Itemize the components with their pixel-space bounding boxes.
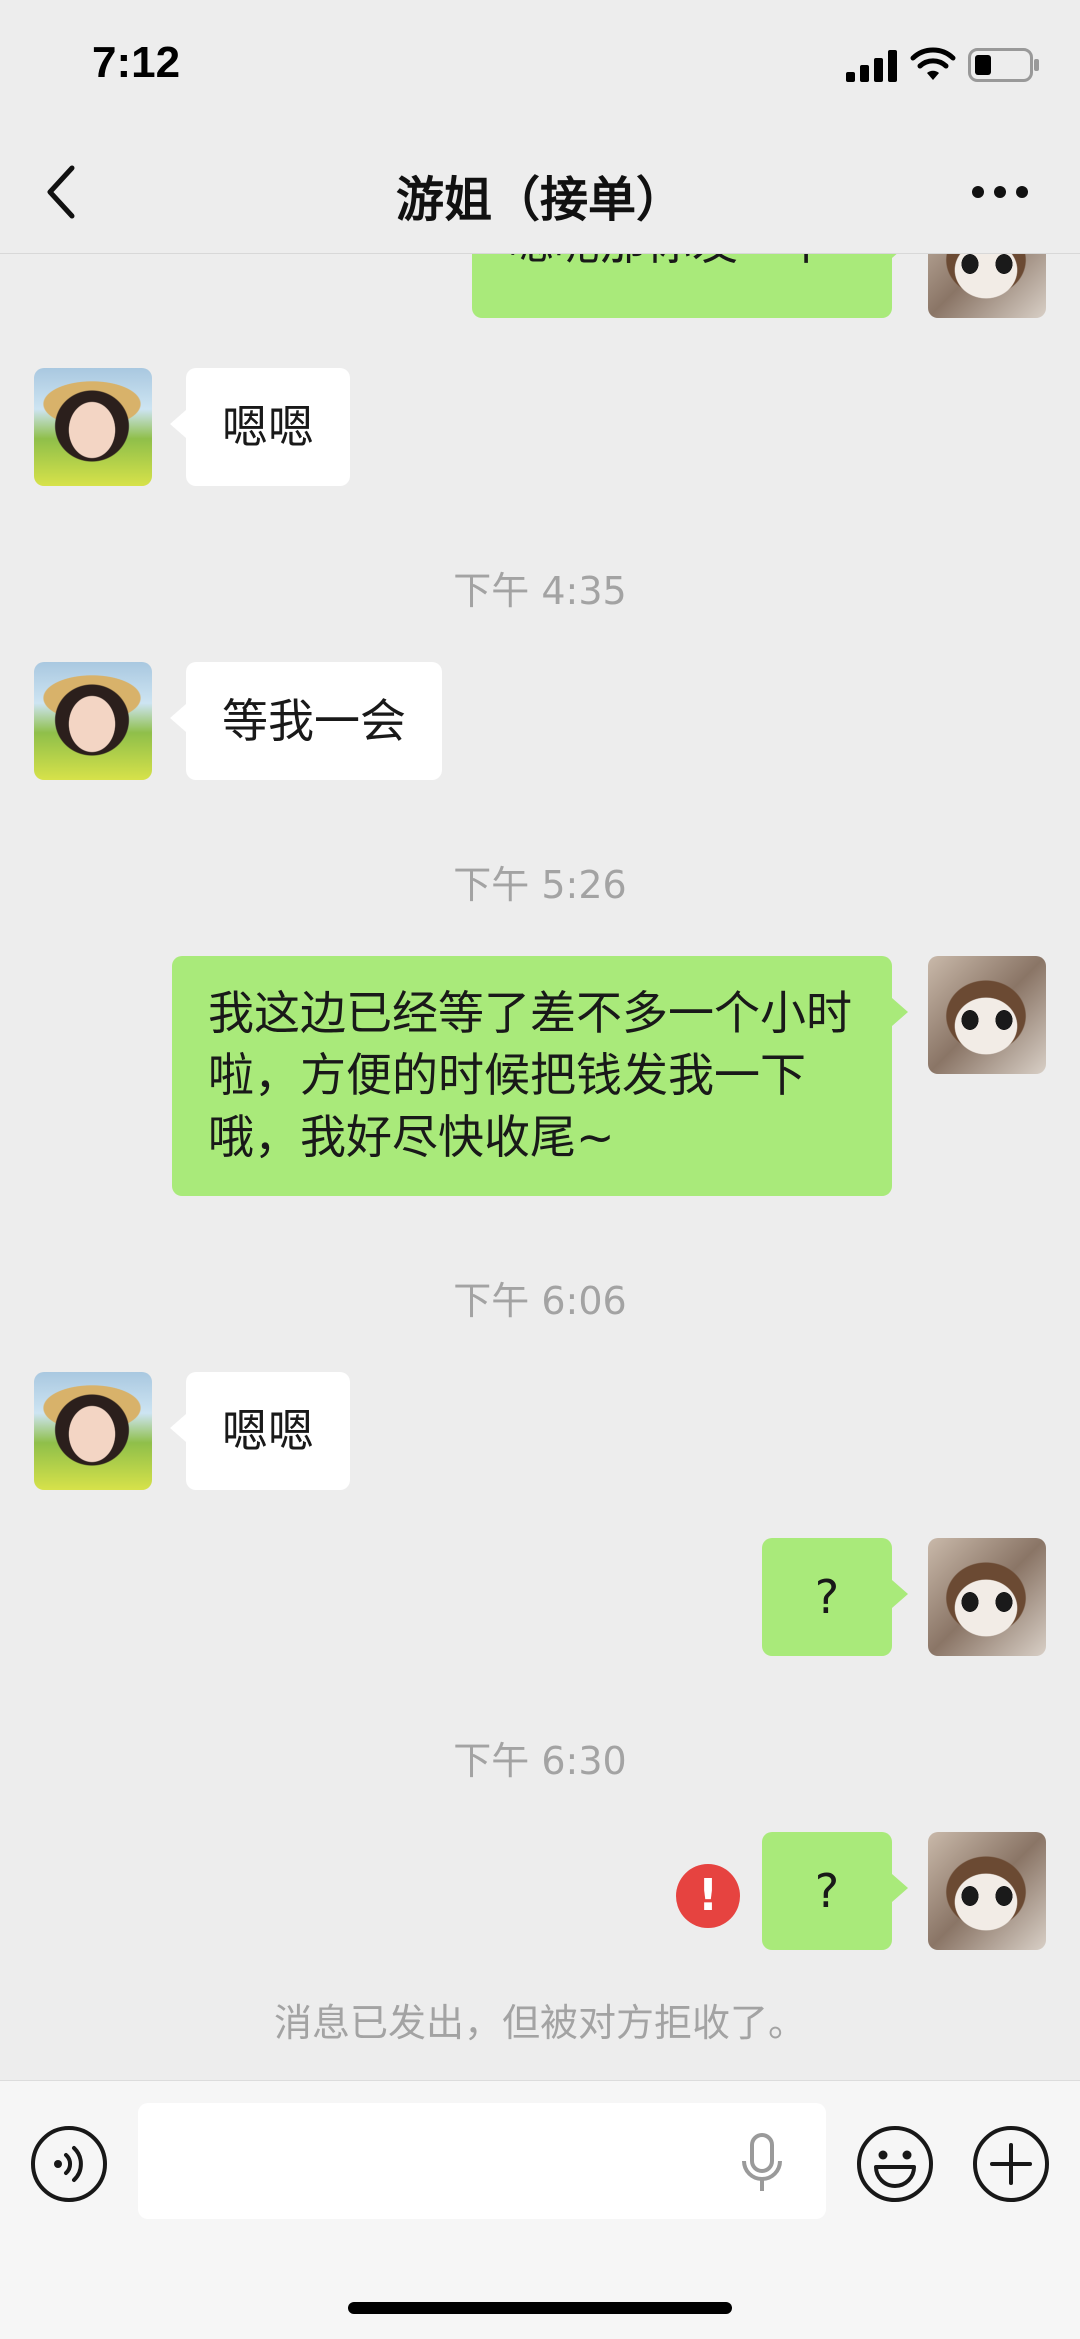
status-time: 7:12 [92,38,181,87]
message-input[interactable] [138,2103,826,2219]
avatar-contact[interactable] [34,1372,152,1490]
input-bar [0,2080,1080,2339]
message-text: 嗯嗯 [222,1404,314,1458]
message-sent[interactable]: 嗯呢那你发一下 [472,254,908,318]
message-sent[interactable]: ? [762,1538,908,1656]
timestamp: 下午 4:35 [453,569,627,613]
microphone-icon[interactable] [740,2131,784,2195]
message-text: 我这边已经等了差不多一个小时啦，方便的时候把钱发我一下哦，我好尽快收尾~ [208,986,852,1164]
send-failed-icon[interactable]: ! [676,1864,740,1928]
more-icon[interactable] [970,180,1030,204]
message-received[interactable]: 等我一会 [170,662,442,780]
message-received[interactable]: 嗯嗯 [170,1372,350,1490]
wifi-icon [910,47,956,80]
message-text: 等我一会 [222,694,406,748]
emoji-icon[interactable] [856,2125,934,2203]
signal-icon [846,50,897,82]
message-sent[interactable]: ? [762,1832,908,1950]
avatar-self[interactable] [928,956,1046,1074]
message-text: 嗯呢那你发一下 [508,254,830,270]
timestamp: 下午 6:06 [453,1279,627,1323]
message-sent[interactable]: 我这边已经等了差不多一个小时啦，方便的时候把钱发我一下哦，我好尽快收尾~ [172,956,908,1196]
avatar-self[interactable] [928,1538,1046,1656]
chat-title: 游姐（接单） [395,172,684,228]
message-text: ? [814,1864,840,1918]
message-text: 嗯嗯 [222,400,314,454]
home-indicator[interactable] [348,2302,732,2314]
timestamp: 下午 6:30 [453,1739,627,1783]
message-text: ? [814,1570,840,1624]
avatar-self[interactable] [928,1832,1046,1950]
voice-mode-icon[interactable] [30,2125,108,2203]
avatar-contact[interactable] [34,662,152,780]
chat-area[interactable]: 嗯呢那你发一下 嗯嗯 下午 4:35 等我一会 下午 5:26 我这边已经等了差… [0,254,1080,2080]
rejected-notice: 消息已发出，但被对方拒收了。 [273,2001,806,2045]
add-icon[interactable] [972,2125,1050,2203]
message-received[interactable]: 嗯嗯 [170,368,350,486]
avatar-contact[interactable] [34,368,152,486]
status-bar: 7:12 [0,0,1080,130]
timestamp: 下午 5:26 [453,863,627,907]
battery-icon [968,48,1039,82]
avatar-self[interactable] [928,254,1046,318]
nav-bar: 游姐（接单） [0,130,1080,254]
